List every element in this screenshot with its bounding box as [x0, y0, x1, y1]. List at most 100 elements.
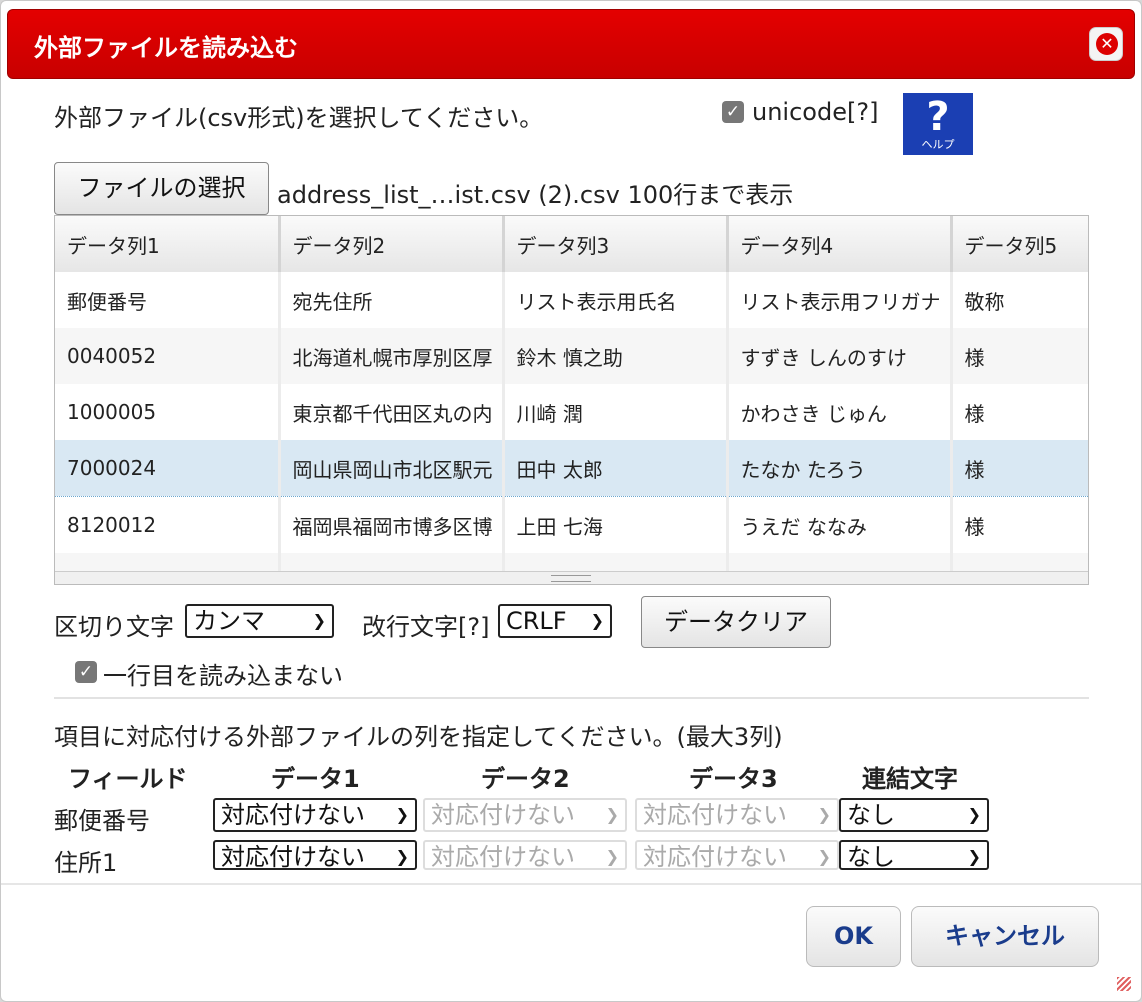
help-label: ヘルプ [921, 138, 955, 151]
grid-col-header[interactable]: データ列3 [503, 216, 729, 272]
mapping-header-joiner: 連結文字 [862, 765, 958, 793]
grid-header-row: データ列1 データ列2 データ列3 データ列4 データ列5 [55, 216, 1088, 272]
grid-cell: 福岡県福岡市博多区博 [279, 496, 505, 553]
help-icon[interactable]: ? ヘルプ [903, 93, 973, 155]
table-row-selected[interactable]: 7000024 岡山県岡山市北区駅元 田中 太郎 たなか たろう 様 [55, 440, 1088, 497]
newline-value: CRLF [506, 607, 567, 635]
chevron-down-icon: ❯ [967, 847, 981, 866]
chevron-down-icon: ❯ [605, 847, 619, 866]
table-row[interactable]: 8120012 福岡県福岡市博多区博 上田 七海 うえだ ななみ 様 [55, 496, 1088, 553]
chevron-down-icon: ❯ [395, 805, 409, 824]
chevron-down-icon: ❯ [817, 847, 831, 866]
grid-cell: 川崎 潤 [503, 384, 729, 440]
grid-cell: 宛先住所 [279, 272, 505, 328]
grid-resize-handle[interactable] [55, 571, 1088, 584]
clear-data-button[interactable]: データクリア [641, 596, 831, 648]
table-row[interactable]: 郵便番号 宛先住所 リスト表示用氏名 リスト表示用フリガナ 敬称 [55, 272, 1088, 328]
cancel-button[interactable]: キャンセル [911, 906, 1099, 967]
close-button[interactable]: ✕ [1089, 27, 1123, 61]
grid-cell: たなか たろう [727, 440, 953, 497]
grid-cell: 敬称 [951, 272, 1088, 328]
select-value: 対応付けない [431, 843, 575, 870]
grid-cell: かわさき じゅん [727, 384, 953, 440]
grid-cell: 8120012 [55, 496, 281, 553]
newline-select[interactable]: CRLF ❯ [498, 604, 612, 638]
footer-divider [1, 883, 1141, 885]
mapping-instruction: 項目に対応付ける外部ファイルの列を指定してください。(最大3列) [54, 723, 783, 751]
select-value: 対応付けない [643, 801, 787, 829]
chevron-down-icon: ❯ [395, 847, 409, 866]
grid-cell: 7000024 [55, 440, 281, 497]
mapping-header-field: フィールド [68, 765, 188, 793]
mapping-joiner-select[interactable]: なし ❯ [839, 840, 989, 870]
grid-cell: 0040052 [55, 328, 281, 384]
grid-col-header[interactable]: データ列4 [727, 216, 953, 272]
grip-icon [551, 575, 591, 582]
mapping-header-data1: データ1 [271, 765, 360, 793]
mapping-data3-select: 対応付けない ❯ [635, 798, 839, 832]
grid-cell: リスト表示用氏名 [503, 272, 729, 328]
select-value: 対応付けない [221, 801, 365, 829]
table-row[interactable]: 0040052 北海道札幌市厚別区厚 鈴木 慎之助 すずき しんのすけ 様 [55, 328, 1088, 384]
unicode-checkbox[interactable]: ✓ [722, 101, 744, 123]
chevron-down-icon: ❯ [967, 805, 981, 824]
title-bar[interactable]: 外部ファイルを読み込む ✕ [7, 9, 1135, 79]
unicode-label[interactable]: unicode[?] [752, 98, 878, 126]
delimiter-select[interactable]: カンマ ❯ [185, 604, 334, 638]
mapping-data1-select[interactable]: 対応付けない ❯ [213, 798, 417, 832]
mapping-header-data3: データ3 [689, 765, 778, 793]
grid-cell: 北海道札幌市厚別区厚 [279, 328, 505, 384]
delimiter-label: 区切り文字 [54, 613, 174, 641]
import-dialog: 外部ファイルを読み込む ✕ 外部ファイル(csv形式)を選択してください。 ✓ … [0, 0, 1142, 1002]
table-row[interactable]: 1000005 東京都千代田区丸の内 川崎 潤 かわさき じゅん 様 [55, 384, 1088, 440]
grid-cell: 1000005 [55, 384, 281, 440]
choose-file-button[interactable]: ファイルの選択 [54, 162, 269, 215]
preview-grid[interactable]: データ列1 データ列2 データ列3 データ列4 データ列5 郵便番号 宛先住所 … [54, 215, 1089, 585]
grid-cell: 郵便番号 [55, 272, 281, 328]
mapping-field-label: 住所1 [54, 849, 118, 877]
grid-col-header[interactable]: データ列2 [279, 216, 505, 272]
select-value: なし [847, 801, 895, 829]
mapping-header-data2: データ2 [481, 765, 570, 793]
select-value: 対応付けない [221, 843, 365, 870]
mapping-data2-select: 対応付けない ❯ [423, 798, 627, 832]
delimiter-value: カンマ [193, 607, 265, 635]
grid-cell: 東京都千代田区丸の内 [279, 384, 505, 440]
grid-cell: 田中 太郎 [503, 440, 729, 497]
resize-handle-icon[interactable] [1117, 977, 1131, 991]
mapping-joiner-select[interactable]: なし ❯ [839, 798, 989, 832]
grid-cell: 岡山県岡山市北区駅元 [279, 440, 505, 497]
preview-table: データ列1 データ列2 データ列3 データ列4 データ列5 郵便番号 宛先住所 … [55, 216, 1088, 584]
grid-cell: 様 [951, 496, 1088, 553]
grid-cell: リスト表示用フリガナ [727, 272, 953, 328]
chevron-down-icon: ❯ [605, 805, 619, 824]
ok-button[interactable]: OK [806, 906, 901, 967]
newline-label: 改行文字[?] [362, 613, 490, 641]
grid-cell: 様 [951, 440, 1088, 497]
mapping-data3-select: 対応付けない ❯ [635, 840, 839, 870]
mapping-field-label: 郵便番号 [54, 807, 150, 835]
grid-col-header[interactable]: データ列5 [951, 216, 1088, 272]
grid-cell: うえだ ななみ [727, 496, 953, 553]
chevron-down-icon: ❯ [312, 611, 326, 630]
file-instruction: 外部ファイル(csv形式)を選択してください。 [54, 104, 544, 132]
section-divider [54, 697, 1089, 699]
grid-cell: 上田 七海 [503, 496, 729, 553]
select-value: なし [847, 843, 895, 870]
grid-cell: すずき しんのすけ [727, 328, 953, 384]
close-icon: ✕ [1096, 33, 1118, 55]
grid-cell: 鈴木 慎之助 [503, 328, 729, 384]
dialog-title: 外部ファイルを読み込む [34, 34, 298, 62]
file-info: address_list_…ist.csv (2).csv 100行まで表示 [277, 181, 794, 209]
chevron-down-icon: ❯ [590, 611, 604, 630]
mapping-data2-select: 対応付けない ❯ [423, 840, 627, 870]
skip-first-row-label[interactable]: 一行目を読み込まない [103, 656, 343, 691]
select-value: 対応付けない [431, 801, 575, 829]
grid-cell: 様 [951, 328, 1088, 384]
grid-cell: 様 [951, 384, 1088, 440]
grid-col-header[interactable]: データ列1 [55, 216, 281, 272]
mapping-data1-select[interactable]: 対応付けない ❯ [213, 840, 417, 870]
chevron-down-icon: ❯ [817, 805, 831, 824]
select-value: 対応付けない [643, 843, 787, 870]
skip-first-row-checkbox[interactable]: ✓ [75, 661, 97, 683]
